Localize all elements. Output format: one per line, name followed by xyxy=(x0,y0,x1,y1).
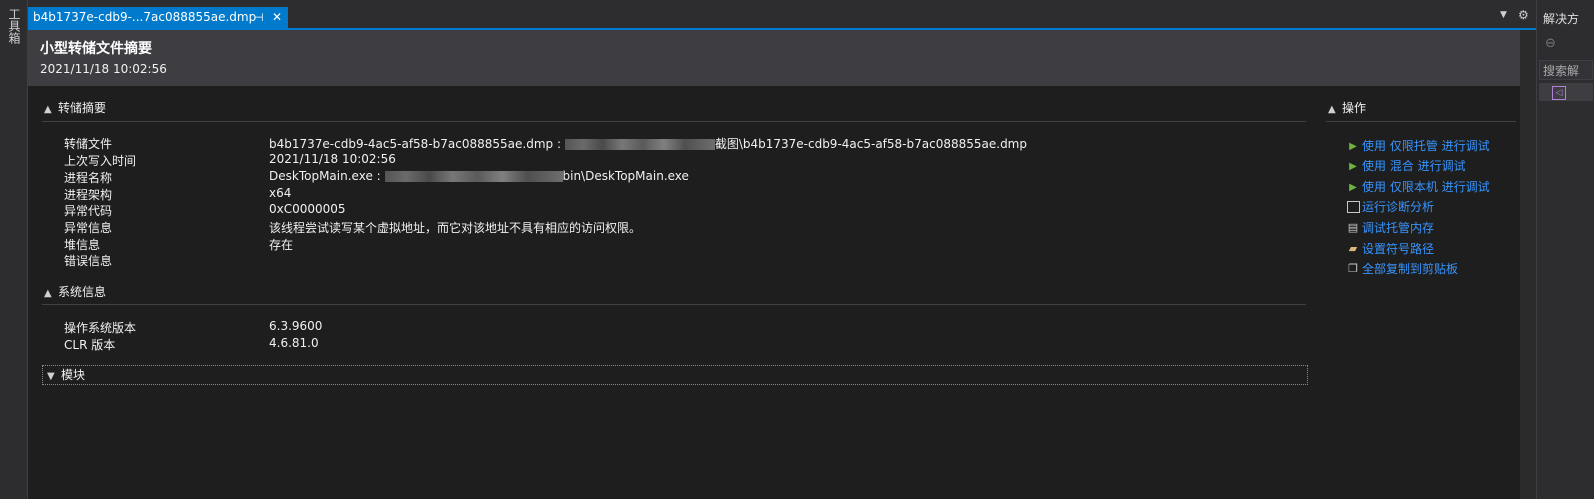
copy-icon: ❐ xyxy=(1348,262,1358,275)
row-value-dump-file: b4b1737e-cdb9-4ac5-af58-b7ac088855ae.dmp… xyxy=(269,135,1027,152)
redacted-path xyxy=(384,171,563,182)
row-label-exception-info: 异常信息 xyxy=(64,221,113,235)
symbol-path-icon: ▰ xyxy=(1348,242,1358,255)
section-title: 转储摘要 xyxy=(58,101,107,115)
diagnostics-icon xyxy=(1346,199,1360,213)
solution-explorer-title[interactable]: 解决方 xyxy=(1543,10,1579,27)
action-copy-all[interactable]: ❐ 全部复制到剪贴板 xyxy=(1346,260,1458,277)
tab-title: b4b1737e-cdb9-...7ac088855ae.dmp xyxy=(33,10,257,24)
row-label-clr-version: CLR 版本 xyxy=(64,338,116,352)
row-value-clr-version: 4.6.81.0 xyxy=(269,336,319,350)
section-actions-header[interactable]: ▲ 操作 xyxy=(1328,98,1366,118)
row-value-exception-info: 该线程尝试读写某个虚拟地址，而它对该地址不具有相应的访问权限。 xyxy=(269,221,642,235)
section-title: 系统信息 xyxy=(58,285,107,299)
section-title: 模块 xyxy=(61,368,86,382)
page-title: 小型转储文件摘要 xyxy=(40,41,152,57)
section-dump-summary-header[interactable]: ▲ 转储摘要 xyxy=(44,98,106,118)
action-debug-native-only[interactable]: ▶ 使用 仅限本机 进行调试 xyxy=(1346,178,1490,195)
row-value-heap-info: 存在 xyxy=(269,238,294,252)
page-header: 小型转储文件摘要 2021/11/18 10:02:56 xyxy=(28,30,1536,86)
solution-explorer-panel: 解决方 ⊖ 搜索解 ◁ xyxy=(1536,0,1594,499)
row-label-error-info: 错误信息 xyxy=(64,254,113,268)
process-name: DeskTopMain.exe : xyxy=(269,169,385,183)
row-label-process-name: 进程名称 xyxy=(64,171,113,185)
row-value-exception-code: 0xC0000005 xyxy=(269,202,346,216)
vertical-scrollbar[interactable] xyxy=(1520,30,1536,499)
play-icon: ▶ xyxy=(1349,161,1357,172)
section-system-info-header[interactable]: ▲ 系统信息 xyxy=(44,282,106,302)
section-modules-header[interactable]: ▼ 模块 xyxy=(42,365,1308,385)
chevron-up-icon: ▲ xyxy=(1328,104,1336,115)
visual-studio-solution-icon: ◁ xyxy=(1552,86,1566,100)
section-divider xyxy=(1326,121,1516,122)
pin-icon[interactable]: ⊣ xyxy=(254,7,264,28)
tab-bar: b4b1737e-cdb9-...7ac088855ae.dmp ⊣ ✕ ▼ ⚙ xyxy=(28,0,1536,28)
toolbox-strip[interactable]: 工具箱 xyxy=(0,0,28,499)
row-value-process-name: DeskTopMain.exe : bin\DeskTopMain.exe xyxy=(269,169,689,183)
solution-tree-item[interactable]: ◁ xyxy=(1539,83,1593,101)
redacted-path xyxy=(564,139,715,150)
action-debug-managed-only[interactable]: ▶ 使用 仅限托管 进行调试 xyxy=(1346,137,1490,154)
tab-list-dropdown-icon[interactable]: ▼ xyxy=(1500,10,1507,20)
play-icon: ▶ xyxy=(1349,141,1357,152)
process-path-suffix: bin\DeskTopMain.exe xyxy=(562,169,689,183)
play-icon: ▶ xyxy=(1349,182,1357,193)
action-run-diagnostics[interactable]: 运行诊断分析 xyxy=(1346,198,1434,215)
dump-file-path-suffix: 截图\b4b1737e-cdb9-4ac5-af58-b7ac088855ae.… xyxy=(714,137,1027,151)
action-debug-managed-memory[interactable]: ▤ 调试托管内存 xyxy=(1346,219,1434,236)
section-title: 操作 xyxy=(1342,101,1367,115)
chevron-down-icon: ▼ xyxy=(47,371,55,382)
row-value-process-arch: x64 xyxy=(269,186,292,200)
row-label-dump-file: 转储文件 xyxy=(64,137,113,151)
gear-icon[interactable]: ⚙ xyxy=(1518,8,1529,22)
row-label-heap-info: 堆信息 xyxy=(64,238,101,252)
memory-icon: ▤ xyxy=(1347,221,1359,234)
section-divider xyxy=(42,304,1306,305)
tab-dump-file[interactable]: b4b1737e-cdb9-...7ac088855ae.dmp ⊣ ✕ xyxy=(28,7,288,28)
chevron-up-icon: ▲ xyxy=(44,104,52,115)
dump-summary-document: b4b1737e-cdb9-...7ac088855ae.dmp ⊣ ✕ ▼ ⚙… xyxy=(28,0,1536,499)
page-date: 2021/11/18 10:02:56 xyxy=(40,62,167,76)
action-debug-mixed[interactable]: ▶ 使用 混合 进行调试 xyxy=(1346,157,1466,174)
row-value-last-write: 2021/11/18 10:02:56 xyxy=(269,152,396,166)
close-icon[interactable]: ✕ xyxy=(272,7,282,28)
row-label-process-arch: 进程架构 xyxy=(64,188,113,202)
row-label-os-version: 操作系统版本 xyxy=(64,321,137,335)
action-set-symbol-path[interactable]: ▰ 设置符号路径 xyxy=(1346,240,1434,257)
row-label-last-write: 上次写入时间 xyxy=(64,154,137,168)
dump-file-name: b4b1737e-cdb9-4ac5-af58-b7ac088855ae.dmp… xyxy=(269,137,565,151)
section-divider xyxy=(42,121,1306,122)
solution-search-input[interactable]: 搜索解 xyxy=(1539,60,1593,80)
back-icon[interactable]: ⊖ xyxy=(1545,36,1556,51)
row-value-os-version: 6.3.9600 xyxy=(269,319,323,333)
row-label-exception-code: 异常代码 xyxy=(64,204,113,218)
toolbox-label[interactable]: 工具箱 xyxy=(6,8,23,44)
chevron-up-icon: ▲ xyxy=(44,288,52,299)
